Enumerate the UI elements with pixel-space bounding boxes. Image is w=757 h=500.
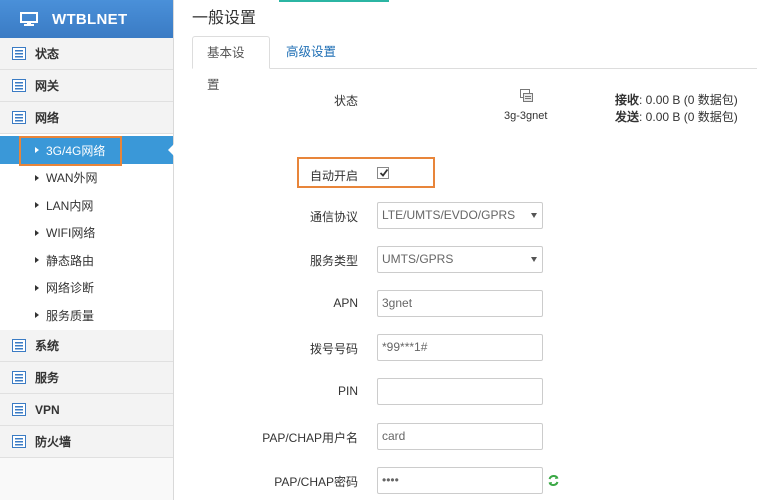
main-panel: 一般设置 基本设置 高级设置 状态 3g-3gnet 接收: 0.00 B (0… [174,0,757,500]
list-icon [12,47,26,60]
rx-stats: 接收: 0.00 B (0 数据包) [615,91,738,108]
network-submenu: 3G/4G网络 WAN外网 LAN内网 WIFI网络 静态路由 网络诊断 服务质… [0,134,174,330]
brand-name: WTBLNET [52,10,128,28]
sidebar-item-label: LAN内网 [46,198,94,213]
rx-value: : 0.00 B (0 数据包) [639,93,738,107]
sidebar-item-3g4g[interactable]: 3G/4G网络 [0,136,174,164]
caret-right-icon [35,312,39,319]
service-type-value: UMTS/GPRS [382,252,454,266]
nav-group-label: 服务 [35,371,60,385]
sidebar-item-qos[interactable]: 服务质量 [0,302,173,330]
rx-label: 接收 [615,93,640,107]
network-interface-icon [520,89,533,102]
nav-group-label: 状态 [35,47,60,61]
auto-start-checkbox[interactable] [377,167,389,179]
sidebar-item-label: 网络诊断 [46,281,95,296]
caret-right-icon [35,284,39,291]
tx-stats: 发送: 0.00 B (0 数据包) [615,108,738,125]
dial-number-input[interactable]: *99***1# [377,334,543,361]
dial-number-label: 拨号号码 [309,342,358,356]
nav-group-label: 系统 [35,339,60,353]
brand-header: WTBLNET [0,0,173,38]
list-icon [12,111,26,124]
apn-input[interactable]: 3gnet [377,290,543,317]
sidebar-item-diagnostics[interactable]: 网络诊断 [0,274,173,302]
caret-right-icon [35,202,39,209]
username-label: PAP/CHAP用户名 [262,431,358,445]
service-type-select[interactable]: UMTS/GPRS [377,246,543,273]
nav-group-firewall[interactable]: 防火墙 [0,426,173,458]
caret-right-icon [35,229,39,236]
pin-label: PIN [337,384,358,398]
refresh-icon[interactable] [547,474,560,487]
protocol-select[interactable]: LTE/UMTS/EVDO/GPRS [377,202,543,229]
password-label: PAP/CHAP密码 [274,475,358,489]
apn-label: APN [333,296,358,310]
page-title: 一般设置 [192,10,257,27]
tab-advanced-settings[interactable]: 高级设置 [272,36,350,69]
sidebar-item-label: 3G/4G网络 [46,143,106,158]
top-accent-bar [279,0,389,2]
caret-right-icon [35,174,39,181]
sidebar-item-wan[interactable]: WAN外网 [0,164,173,192]
nav-group-gateway[interactable]: 网关 [0,70,173,102]
list-icon [12,403,26,416]
service-type-label: 服务类型 [309,254,358,268]
nav-group-label: 网关 [35,79,60,93]
sidebar-item-label: WAN外网 [46,171,98,186]
sidebar-item-static-route[interactable]: 静态路由 [0,247,173,275]
app-root: WTBLNET 状态 网关 网络 3G/4G网络 WAN外网 LAN内网 WIF… [0,0,757,500]
list-icon [12,79,26,92]
sidebar-item-wifi[interactable]: WIFI网络 [0,219,173,247]
pin-input[interactable] [377,378,543,405]
sidebar-item-lan[interactable]: LAN内网 [0,192,173,220]
protocol-label: 通信协议 [309,210,358,224]
nav-group-status[interactable]: 状态 [0,38,173,70]
nav-group-system[interactable]: 系统 [0,330,173,362]
tx-value: : 0.00 B (0 数据包) [639,110,738,124]
sidebar-item-label: 静态路由 [46,253,95,268]
list-icon [12,371,26,384]
password-input[interactable]: •••• [377,467,543,494]
list-icon [12,339,26,352]
status-label: 状态 [333,94,358,108]
interface-name: 3g-3gnet [504,110,548,122]
nav-group-services[interactable]: 服务 [0,362,173,394]
nav-group-label: 防火墙 [35,435,72,449]
nav-group-vpn[interactable]: VPN [0,394,173,426]
tab-bar: 基本设置 高级设置 [192,36,757,92]
caret-right-icon [35,147,39,153]
auto-start-label: 自动开启 [309,169,358,183]
caret-right-icon [35,257,39,264]
list-icon [12,435,26,448]
checkmark-icon [379,168,389,177]
nav-group-label: VPN [35,402,60,417]
sidebar-item-label: 服务质量 [46,308,95,323]
nav-group-network[interactable]: 网络 [0,102,173,134]
sidebar-item-label: WIFI网络 [46,226,96,241]
monitor-icon [20,12,38,26]
sidebar: WTBLNET 状态 网关 网络 3G/4G网络 WAN外网 LAN内网 WIF… [0,0,174,500]
protocol-value: LTE/UMTS/EVDO/GPRS [382,208,516,222]
chevron-down-icon [531,213,537,218]
chevron-down-icon [531,257,537,262]
nav-group-label: 网络 [35,111,60,125]
username-input[interactable]: card [377,423,543,450]
tx-label: 发送 [615,110,640,124]
tab-basic-settings[interactable]: 基本设置 [192,36,270,92]
